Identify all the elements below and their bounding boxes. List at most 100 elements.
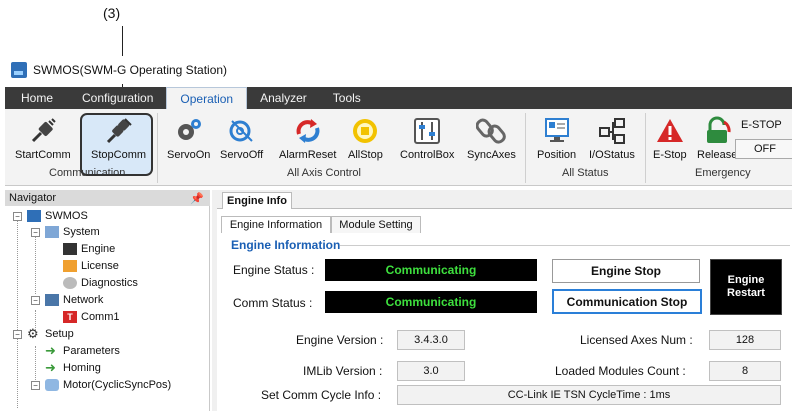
loaded-modules-value: 8 xyxy=(709,361,781,381)
navigator-tree: − SWMOS − System Engine License Diagnost… xyxy=(5,206,210,411)
comm1-icon: T xyxy=(63,311,77,323)
position-button[interactable]: Position xyxy=(537,115,576,161)
tree-item-label: Motor(CyclicSyncPos) xyxy=(63,379,172,391)
expand-toggle[interactable]: − xyxy=(31,381,40,390)
warning-triangle-icon xyxy=(655,115,685,147)
tab-tools[interactable]: Tools xyxy=(320,87,374,109)
stop-comm-label: StopComm xyxy=(91,149,147,161)
tree-item-comm1[interactable]: T Comm1 xyxy=(63,310,120,324)
engine-restart-line1: Engine xyxy=(727,274,765,286)
pin-icon[interactable]: 📌 xyxy=(190,192,204,205)
release-button[interactable]: Release xyxy=(697,115,737,161)
communication-stop-button[interactable]: Communication Stop xyxy=(552,289,702,314)
system-icon xyxy=(45,226,59,238)
navigator-title: Navigator xyxy=(9,192,57,204)
tree-item-homing[interactable]: ➜ Homing xyxy=(45,361,101,375)
imlib-version-value: 3.0 xyxy=(397,361,465,381)
callout-label: (3) xyxy=(103,5,121,21)
tab-engine-information[interactable]: Engine Information xyxy=(221,216,331,233)
tree-item-swmos[interactable]: SWMOS xyxy=(27,209,88,223)
tab-configuration[interactable]: Configuration xyxy=(69,87,166,109)
tree-item-license[interactable]: License xyxy=(63,259,119,273)
servo-off-gear-icon xyxy=(227,115,257,147)
engine-status-value: Communicating xyxy=(325,259,537,281)
tree-item-motor[interactable]: Motor(CyclicSyncPos) xyxy=(45,378,171,392)
motor-icon xyxy=(45,379,59,391)
all-stop-icon xyxy=(350,115,380,147)
e-stop-label: E-Stop xyxy=(653,149,687,161)
tab-home[interactable]: Home xyxy=(5,87,69,109)
sync-axes-button[interactable]: SyncAxes xyxy=(467,115,516,161)
tree-line xyxy=(35,234,36,294)
servo-off-label: ServoOff xyxy=(220,149,264,161)
tab-analyzer[interactable]: Analyzer xyxy=(247,87,320,109)
tab-module-setting[interactable]: Module Setting xyxy=(331,216,421,233)
alarm-reset-button[interactable]: AlarmReset xyxy=(279,115,336,161)
expand-toggle[interactable]: − xyxy=(13,330,22,339)
swmos-icon xyxy=(27,210,41,222)
tree-item-label: License xyxy=(81,260,119,272)
tree-item-parameters[interactable]: ➜ Parameters xyxy=(45,344,120,358)
engine-icon xyxy=(63,243,77,255)
io-status-button[interactable]: I/OStatus xyxy=(589,115,635,161)
servo-on-button[interactable]: ServoOn xyxy=(167,115,210,161)
tree-item-system[interactable]: System xyxy=(45,225,100,239)
comm-status-value: Communicating xyxy=(325,291,537,313)
green-arrow-icon: ➜ xyxy=(45,343,56,358)
tree-item-setup[interactable]: ⚙ Setup xyxy=(27,327,74,341)
release-unlock-icon xyxy=(702,115,732,147)
tree-line xyxy=(35,346,36,380)
tree-item-label: System xyxy=(63,226,100,238)
io-status-label: I/OStatus xyxy=(589,149,635,161)
tab-operation[interactable]: Operation xyxy=(166,87,248,109)
tree-item-label: Engine xyxy=(81,243,116,255)
comm-cycle-value: CC-Link IE TSN CycleTime : 1ms xyxy=(397,385,781,405)
group-all-status-label: All Status xyxy=(562,167,609,179)
setup-gear-icon: ⚙ xyxy=(27,326,39,341)
window-title: SWMOS(SWM-G Operating Station) xyxy=(33,63,228,77)
tree-item-label: Diagnostics xyxy=(81,277,138,289)
engine-information-group-title: Engine Information xyxy=(231,238,341,252)
engine-restart-line2: Restart xyxy=(727,287,765,299)
engine-status-label: Engine Status : xyxy=(233,263,315,277)
alarm-reset-label: AlarmReset xyxy=(279,149,337,161)
estop-status-label: E-STOP xyxy=(741,119,782,131)
diagnostics-icon xyxy=(63,277,77,289)
engine-stop-button[interactable]: Engine Stop xyxy=(552,259,700,283)
control-box-button[interactable]: ControlBox xyxy=(400,115,454,161)
engine-version-label: Engine Version : xyxy=(296,333,384,347)
comm-status-label: Comm Status : xyxy=(233,296,313,310)
tree-item-label: Comm1 xyxy=(81,311,120,323)
e-stop-button[interactable]: E-Stop xyxy=(653,115,687,161)
position-label: Position xyxy=(537,149,577,161)
stop-comm-button[interactable]: StopComm xyxy=(91,115,146,161)
estop-state-indicator: OFF xyxy=(735,139,792,159)
all-stop-button[interactable]: AllStop xyxy=(348,115,383,161)
network-icon xyxy=(45,294,59,306)
servo-off-button[interactable]: ServoOff xyxy=(220,115,263,161)
tab-engine-info[interactable]: Engine Info xyxy=(222,192,292,209)
expand-toggle[interactable]: − xyxy=(31,228,40,237)
ribbon-separator xyxy=(525,113,526,183)
group-communication-label: Communication xyxy=(49,167,126,179)
control-box-sliders-icon xyxy=(412,115,442,147)
ribbon-overlay: StopComm Communication ServoOn ServoOff … xyxy=(5,109,792,186)
tree-item-label: Parameters xyxy=(63,345,120,357)
group-emergency-label: Emergency xyxy=(695,167,751,179)
engine-restart-button[interactable]: Engine Restart xyxy=(710,259,782,315)
tree-line xyxy=(17,218,18,408)
tree-item-label: Homing xyxy=(63,362,101,374)
green-arrow-icon: ➜ xyxy=(45,360,56,375)
ribbon-separator xyxy=(157,113,158,183)
license-icon xyxy=(63,260,77,272)
sync-axes-chain-icon xyxy=(476,115,507,147)
expand-toggle[interactable]: − xyxy=(13,212,22,221)
expand-toggle[interactable]: − xyxy=(31,296,40,305)
group-all-axis-control-label: All Axis Control xyxy=(287,167,361,179)
tree-item-diagnostics[interactable]: Diagnostics xyxy=(63,276,138,290)
tree-item-engine[interactable]: Engine xyxy=(63,242,115,256)
ribbon-tab-bar: Home Configuration Operation Analyzer To… xyxy=(5,87,792,109)
tree-item-label: Setup xyxy=(45,328,74,340)
tree-item-network[interactable]: Network xyxy=(45,293,103,307)
all-stop-label: AllStop xyxy=(348,149,383,161)
